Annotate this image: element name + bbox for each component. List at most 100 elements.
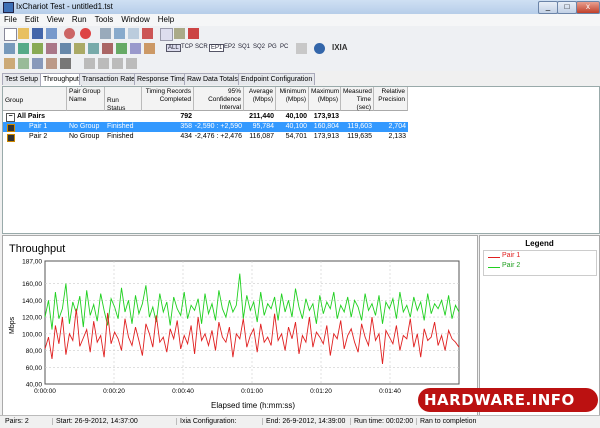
tab-raw-data-totals[interactable]: Raw Data Totals [184, 73, 241, 85]
edit-pair-icon[interactable] [46, 43, 57, 54]
menu-run[interactable]: Run [68, 14, 91, 25]
tile-icon[interactable] [46, 58, 57, 69]
all-minimum: 40,100 [285, 113, 307, 120]
col-minimum[interactable]: Minimum (Mbps) [276, 87, 309, 111]
collapse-icon[interactable]: − [6, 113, 15, 122]
minimize-button[interactable]: _ [538, 1, 558, 14]
run-icon[interactable] [64, 28, 75, 39]
throughput-chart[interactable]: Throughput Mbps Elapsed time (h:mm:ss) 4… [3, 236, 477, 415]
lock-icon[interactable] [144, 43, 155, 54]
status-ixia: Ixia Configuration: [176, 418, 236, 425]
zoom-out-icon[interactable] [98, 58, 109, 69]
menu-tools[interactable]: Tools [91, 14, 118, 25]
y-tick-label: 100,00 [22, 331, 42, 338]
info-icon[interactable] [314, 43, 325, 54]
tab-transaction-rate[interactable]: Transaction Rate [79, 73, 139, 85]
all-records: 792 [180, 113, 192, 120]
pair-time: 119,603 [347, 123, 372, 130]
properties-icon[interactable] [296, 43, 307, 54]
multicast-icon[interactable] [18, 43, 29, 54]
legend-label: Pair 1 [502, 252, 521, 259]
filter-ep1-button[interactable]: EP1 [209, 44, 225, 52]
menu-edit[interactable]: Edit [21, 14, 43, 25]
record-icon[interactable] [188, 28, 199, 39]
filter-pg-button[interactable]: PG [268, 44, 277, 50]
open-folder-icon[interactable] [18, 28, 29, 39]
col-confidence[interactable]: 95% Confidence Interval [194, 87, 244, 111]
status-end: End: 26-9-2012, 14:39:00 [262, 418, 345, 425]
y-axis-label: Mbps [9, 316, 16, 334]
paste-icon[interactable] [128, 28, 139, 39]
toolbar-filters: ALL TCP SCR EP1 EP2 SQ1 SQ2 PG PC IXIA [0, 41, 600, 56]
save-icon[interactable] [32, 28, 43, 39]
error-icon[interactable] [102, 43, 113, 54]
all-average: 211,440 [249, 113, 274, 120]
find-icon[interactable] [160, 28, 173, 41]
x-tick-label: 0:01:20 [310, 388, 332, 395]
endpoint-icon[interactable] [60, 43, 71, 54]
tab-endpoint-configuration[interactable]: Endpoint Configuration [238, 73, 316, 85]
legend-item-pair-1[interactable]: Pair 1 [484, 252, 596, 262]
pair-records: 358 [180, 123, 192, 130]
legend-swatch [488, 257, 500, 258]
col-group[interactable]: Group [3, 87, 67, 111]
legend-item-pair-2[interactable]: Pair 2 [484, 262, 596, 272]
col-average[interactable]: Average (Mbps) [244, 87, 276, 111]
menu-view[interactable]: View [43, 14, 68, 25]
new-file-icon[interactable] [4, 28, 17, 41]
tab-throughput[interactable]: Throughput [40, 73, 82, 86]
fit-icon[interactable] [126, 58, 137, 69]
filter-all-button[interactable]: ALL [166, 44, 181, 52]
copy-icon[interactable] [114, 28, 125, 39]
options-icon[interactable] [88, 43, 99, 54]
filter-sq1-button[interactable]: SQ1 [238, 44, 250, 50]
tab-test-setup[interactable]: Test Setup [2, 73, 42, 85]
col-measured-time[interactable]: Measured Time (sec) [341, 87, 374, 111]
menu-file[interactable]: File [0, 14, 21, 25]
stop-icon[interactable] [80, 28, 91, 39]
legend-swatch [488, 267, 500, 268]
zoom-in-icon[interactable] [84, 58, 95, 69]
window-icon[interactable] [32, 58, 43, 69]
pair-icon[interactable] [4, 43, 15, 54]
status-bar: Pairs: 2 Start: 26-9-2012, 14:37:00 Ixia… [0, 415, 600, 428]
compare-icon[interactable] [18, 58, 29, 69]
table-row[interactable]: Pair 2 No Group Finished 434 -2,476 : +2… [3, 132, 408, 142]
menu-window[interactable]: Window [117, 14, 153, 25]
maximize-button[interactable]: □ [557, 1, 577, 14]
filter-pc-button[interactable]: PC [280, 44, 288, 50]
cut-icon[interactable] [100, 28, 111, 39]
export-icon[interactable] [60, 58, 71, 69]
col-maximum[interactable]: Maximum (Mbps) [309, 87, 341, 111]
filter-sq2-button[interactable]: SQ2 [253, 44, 265, 50]
col-run-status[interactable]: Run Status [105, 87, 142, 112]
legend-label: Pair 2 [502, 262, 521, 269]
tab-response-time[interactable]: Response Time [134, 73, 189, 85]
table-row[interactable]: Pair 1 No Group Finished 358 -2,590 : +2… [3, 122, 408, 132]
filter-scr-button[interactable]: SCR [195, 44, 208, 50]
x-tick-label: 0:00:00 [34, 388, 56, 395]
col-pair-group-name[interactable]: Pair Group Name [67, 87, 105, 111]
results-icon[interactable] [116, 43, 127, 54]
lock-test-icon[interactable] [4, 58, 15, 69]
y-tick-label: 160,00 [22, 281, 42, 288]
toolbar-main [0, 26, 600, 41]
close-button[interactable]: x [576, 1, 600, 14]
col-relative-precision[interactable]: Relative Precision [374, 87, 408, 111]
pair-name: Pair 2 [29, 133, 48, 140]
group-icon[interactable] [32, 43, 43, 54]
script-icon[interactable] [74, 43, 85, 54]
delete-icon[interactable] [142, 28, 153, 39]
print-icon[interactable] [174, 28, 185, 39]
save-as-icon[interactable] [46, 28, 57, 39]
chart-icon[interactable] [130, 43, 141, 54]
app-icon [3, 2, 14, 13]
pair-group: No Group [69, 133, 100, 140]
zoom-reset-icon[interactable] [112, 58, 123, 69]
table-row-all-pairs[interactable]: − All Pairs 792 211,440 40,100 173,913 [3, 112, 408, 122]
x-tick-label: 0:01:40 [379, 388, 401, 395]
col-timing-records[interactable]: Timing Records Completed [142, 87, 194, 111]
menu-help[interactable]: Help [154, 14, 178, 25]
filter-ep2-button[interactable]: EP2 [224, 44, 235, 50]
filter-tcp-button[interactable]: TCP [181, 44, 193, 50]
